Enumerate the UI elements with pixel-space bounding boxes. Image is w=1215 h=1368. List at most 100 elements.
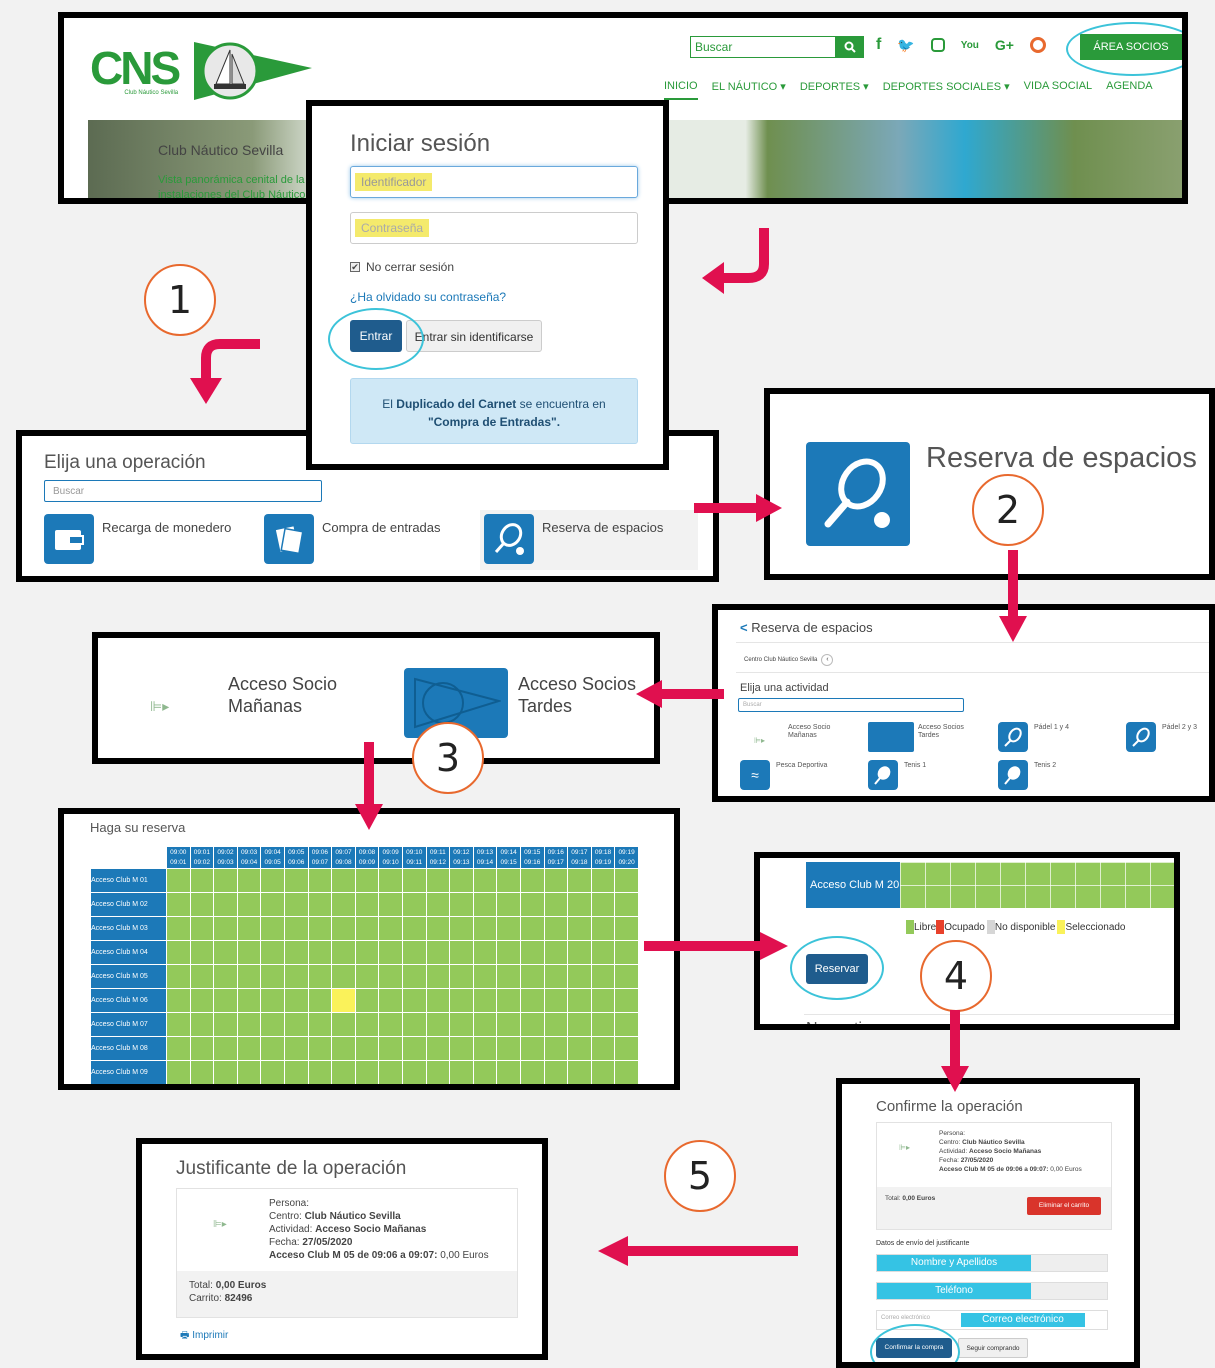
slot-cell[interactable] (354, 940, 380, 965)
nav-inicio[interactable]: INICIO (664, 80, 698, 100)
slot-cell[interactable] (331, 916, 356, 941)
slot-cell[interactable] (331, 892, 356, 917)
nav-el-nautico[interactable]: EL NÁUTICO ▾ (712, 80, 786, 100)
slot-cell[interactable] (590, 940, 616, 965)
entrar-sin-identificarse-button[interactable]: Entrar sin identificarse (406, 320, 542, 352)
slot-cell[interactable] (213, 1012, 238, 1037)
imprimir-link[interactable]: 🖶 Imprimir (180, 1328, 228, 1345)
slot-cell[interactable] (472, 988, 498, 1013)
slot-cell[interactable] (236, 916, 262, 941)
slot-cell[interactable] (378, 964, 403, 989)
slot-cell[interactable] (283, 988, 309, 1013)
slot-cell[interactable] (307, 868, 333, 893)
slot-cell[interactable] (354, 1060, 380, 1084)
eliminar-carrito-button[interactable]: Eliminar el carrito (1027, 1197, 1101, 1215)
slot-cell[interactable] (213, 892, 238, 917)
tennis-racket-big-icon[interactable] (806, 442, 910, 546)
slot-cell[interactable] (519, 1060, 545, 1084)
app-icon[interactable] (1030, 37, 1046, 53)
slot-cell[interactable] (260, 988, 285, 1013)
slot-cell[interactable] (496, 1060, 521, 1084)
slot-cell[interactable] (614, 1060, 639, 1084)
slot-cell[interactable] (472, 1012, 498, 1037)
slot-cell[interactable] (354, 916, 380, 941)
slot-cell[interactable] (331, 964, 356, 989)
slot-cell[interactable] (496, 892, 521, 917)
slot-cell[interactable] (166, 916, 191, 941)
slot-cell[interactable] (519, 868, 545, 893)
slot-cell[interactable] (401, 964, 427, 989)
slot-cell[interactable] (425, 964, 451, 989)
slot-cell[interactable] (543, 1036, 569, 1061)
google-plus-icon[interactable]: G+ (995, 37, 1014, 53)
slot-cell[interactable] (189, 940, 215, 965)
slot-cell[interactable] (425, 1036, 451, 1061)
slot-cell[interactable] (213, 1060, 238, 1084)
slot-cell[interactable] (567, 1012, 592, 1037)
slot-cell[interactable] (236, 1012, 262, 1037)
slot-cell[interactable] (496, 940, 521, 965)
slot-cell[interactable] (449, 916, 474, 941)
slot-cell[interactable] (307, 940, 333, 965)
activity-padel-1-4[interactable]: Pádel 1 y 4 (998, 722, 1108, 756)
slot-cell[interactable] (519, 892, 545, 917)
slot-cell[interactable] (590, 988, 616, 1013)
slot-cell[interactable] (567, 916, 592, 941)
slot-cell[interactable] (590, 892, 616, 917)
activity-search-input[interactable]: Buscar (738, 698, 964, 712)
instagram-icon[interactable] (930, 38, 945, 52)
slot-cell[interactable] (307, 1060, 333, 1084)
password-input[interactable]: Contraseña (350, 212, 638, 244)
checkbox-icon[interactable]: ✔ (350, 262, 360, 272)
slot-cell[interactable] (543, 916, 569, 941)
slot-cell[interactable] (425, 1012, 451, 1037)
slot-cell[interactable] (283, 1012, 309, 1037)
nav-deportes[interactable]: DEPORTES ▾ (800, 80, 869, 100)
slot-cell[interactable] (496, 988, 521, 1013)
seguir-comprando-button[interactable]: Seguir comprando (958, 1338, 1028, 1358)
slot-cell[interactable] (166, 964, 191, 989)
slot-cell[interactable] (189, 916, 215, 941)
slot-cell[interactable] (354, 868, 380, 893)
slot-cell[interactable] (283, 892, 309, 917)
slot-cell[interactable] (307, 988, 333, 1013)
slot-cell[interactable] (260, 1060, 285, 1084)
slot-cell[interactable] (543, 1012, 569, 1037)
slot-cell[interactable] (472, 868, 498, 893)
slot-cell[interactable] (590, 964, 616, 989)
slot-cell[interactable] (614, 892, 639, 917)
slot-cell[interactable] (331, 1012, 356, 1037)
slot-cell[interactable] (614, 1012, 639, 1037)
slot-cell[interactable] (472, 964, 498, 989)
slot-cell[interactable] (519, 964, 545, 989)
slot-cell[interactable] (543, 868, 569, 893)
operation-search-input[interactable]: Buscar (44, 480, 322, 502)
slot-cell[interactable] (260, 940, 285, 965)
slot-cell[interactable] (331, 1036, 356, 1061)
slot-cell[interactable] (472, 1060, 498, 1084)
centro-back-icon[interactable]: ‹ (821, 654, 834, 666)
slot-cell[interactable] (307, 1036, 333, 1061)
slot-cell[interactable] (425, 868, 451, 893)
nav-agenda[interactable]: AGENDA (1106, 80, 1152, 100)
slot-cell[interactable] (378, 1036, 403, 1061)
slot-cell[interactable] (496, 1036, 521, 1061)
identificador-input[interactable]: Identificador (350, 166, 638, 198)
slot-cell[interactable] (283, 916, 309, 941)
slot-cell[interactable] (378, 916, 403, 941)
nav-vida-social[interactable]: VIDA SOCIAL (1024, 80, 1092, 100)
slot-cell[interactable] (307, 1012, 333, 1037)
slot-cell[interactable] (236, 892, 262, 917)
slot-cell[interactable] (449, 964, 474, 989)
slot-cell[interactable] (189, 1012, 215, 1037)
slot-cell[interactable] (472, 916, 498, 941)
slot-cell[interactable] (496, 1012, 521, 1037)
slot-cell[interactable] (472, 892, 498, 917)
slot-cell[interactable] (567, 940, 592, 965)
slot-cell[interactable] (236, 964, 262, 989)
slot-cell[interactable] (260, 1012, 285, 1037)
slot-cell[interactable] (166, 940, 191, 965)
slot-cell[interactable] (378, 1060, 403, 1084)
slot-cell[interactable] (449, 940, 474, 965)
slot-cell[interactable] (236, 868, 262, 893)
